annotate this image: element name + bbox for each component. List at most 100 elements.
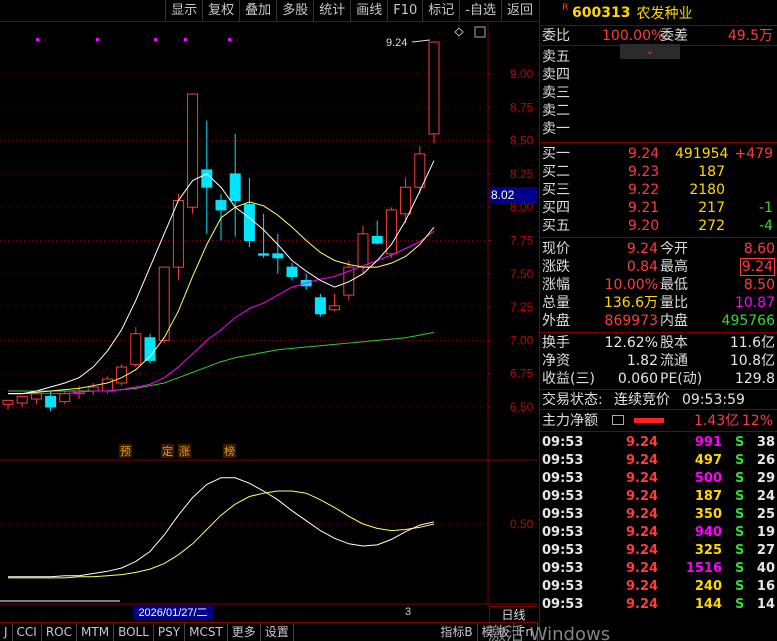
tick-volume: 1516 bbox=[685, 561, 722, 576]
margin-flag: R bbox=[562, 3, 569, 13]
indicator-tab-3[interactable]: MTM bbox=[77, 623, 115, 641]
tick-volume: 500 bbox=[694, 471, 722, 486]
sell-level-row[interactable]: 卖二 bbox=[540, 102, 777, 120]
tick-list[interactable]: 09:53 9.24 991 S 38 09:53 9.24 497 S 26 09:53 9.24 5… bbox=[540, 432, 777, 614]
buy-level-row[interactable]: 买三 9.22 2180 bbox=[540, 181, 777, 199]
buy-level-volume: 217 bbox=[698, 200, 725, 216]
toolbar-item-3[interactable]: 多股 bbox=[276, 0, 313, 22]
indicator-tab-7[interactable]: 更多 bbox=[228, 623, 261, 641]
event-dot bbox=[184, 38, 187, 41]
tick-row[interactable]: 09:53 9.24 350 S 25 bbox=[540, 506, 777, 524]
indicator-tab-5[interactable]: PSY bbox=[154, 623, 186, 641]
price-tick-label: 7.25 bbox=[510, 300, 534, 314]
price-tick-label: 8.25 bbox=[510, 167, 534, 181]
toolbar-item-1[interactable]: 复权 bbox=[202, 0, 239, 22]
buy-level-row[interactable]: 买一 9.24 491954 +479 bbox=[540, 145, 777, 163]
indicator-tab-8[interactable]: 设置 bbox=[261, 623, 294, 641]
toolbar-item-2[interactable]: 叠加 bbox=[239, 0, 276, 22]
tick-count: 25 bbox=[756, 507, 775, 522]
buy-level-row[interactable]: 买五 9.20 272 -4 bbox=[540, 217, 777, 235]
candle-body bbox=[272, 253, 284, 259]
buy-level-volume: 491954 bbox=[675, 146, 729, 162]
indicator-tab-6[interactable]: MCST bbox=[185, 623, 228, 641]
kline-chart-svg[interactable]: 9.008.758.508.258.007.757.507.257.006.75… bbox=[0, 23, 538, 606]
tick-volume: 497 bbox=[694, 453, 722, 468]
candle-body bbox=[116, 366, 128, 384]
indicator-tab-0[interactable]: J bbox=[0, 623, 13, 641]
sell-level-row[interactable]: 卖一 bbox=[540, 120, 777, 138]
buy-level-row[interactable]: 买二 9.23 187 bbox=[540, 163, 777, 181]
sell-level-label: 卖二 bbox=[542, 103, 570, 119]
tick-row[interactable]: 09:53 9.24 187 S 24 bbox=[540, 488, 777, 506]
sell-level-row[interactable]: 卖五 bbox=[540, 48, 777, 66]
buy-level-volume: 187 bbox=[698, 164, 725, 180]
tick-price: 9.24 bbox=[626, 471, 659, 486]
stock-code[interactable]: 600313 bbox=[572, 5, 630, 21]
tick-price: 9.24 bbox=[626, 597, 659, 612]
indicator-tab-10[interactable]: 模 板 bbox=[478, 623, 515, 641]
fund-label: 流通 bbox=[660, 353, 688, 369]
price-tick-label: 8.75 bbox=[510, 100, 534, 114]
toolbar-item-5[interactable]: 画线 bbox=[350, 0, 387, 22]
tick-row[interactable]: 09:53 9.24 991 S 38 bbox=[540, 434, 777, 452]
tick-row[interactable]: 09:53 9.24 500 S 29 bbox=[540, 470, 777, 488]
stock-name[interactable]: 农发种业 bbox=[636, 3, 692, 23]
kline-chart-area[interactable]: 9.00 8.75 8.50 8.25 8.00 7.75 7.50 7.25 7.00 6.75… bbox=[0, 23, 538, 606]
tick-side: S bbox=[735, 543, 745, 558]
fund-value: 0.060 bbox=[617, 371, 658, 387]
menu-icon[interactable] bbox=[612, 415, 624, 425]
buy-level-change: +479 bbox=[734, 146, 773, 162]
candle-body bbox=[172, 200, 184, 268]
tick-row[interactable]: 09:53 9.24 144 S 14 bbox=[540, 596, 777, 614]
toolbar-item-9[interactable]: 返回 bbox=[500, 0, 538, 22]
tick-volume: 350 bbox=[694, 507, 722, 522]
candle-body bbox=[59, 393, 71, 403]
tick-volume: 991 bbox=[694, 435, 722, 450]
candle-body bbox=[87, 386, 99, 392]
indicator-tab-2[interactable]: ROC bbox=[42, 623, 78, 641]
sell-level-row[interactable]: 卖四 bbox=[540, 66, 777, 84]
tick-side: S bbox=[735, 435, 745, 450]
tick-time: 09:53 bbox=[542, 471, 584, 486]
sell-level-row[interactable]: 卖三 bbox=[540, 84, 777, 102]
stat-label: 最低 bbox=[660, 277, 688, 293]
buy-level-price: 9.20 bbox=[628, 218, 660, 234]
candle-body bbox=[414, 153, 426, 188]
tick-count: 16 bbox=[756, 579, 775, 594]
tick-price: 9.24 bbox=[626, 435, 659, 450]
candle-body bbox=[258, 253, 270, 256]
tick-row[interactable]: 09:53 9.24 497 S 26 bbox=[540, 452, 777, 470]
tick-price: 9.24 bbox=[626, 489, 659, 504]
fund-label: PE(动) bbox=[660, 371, 703, 387]
buy-level-row[interactable]: 买四 9.21 217 -1 bbox=[540, 199, 777, 217]
toolbar-item-6[interactable]: F10 bbox=[387, 0, 422, 22]
tick-count: 24 bbox=[756, 489, 775, 504]
indicator-tab-11[interactable]: Fn bbox=[514, 623, 538, 641]
event-dot bbox=[96, 38, 99, 41]
indicator-tab-9[interactable]: 指标B bbox=[436, 623, 478, 641]
tick-side: S bbox=[735, 561, 745, 576]
period-selector[interactable]: 日线 bbox=[489, 606, 537, 622]
stat-label: 总量 bbox=[542, 295, 570, 311]
tick-side: S bbox=[735, 507, 745, 522]
indicator-tab-4[interactable]: BOLL bbox=[114, 623, 154, 641]
ma20-line bbox=[8, 230, 435, 395]
tick-volume: 187 bbox=[694, 489, 722, 504]
stat-label: 内盘 bbox=[660, 313, 688, 329]
toolbar-item-7[interactable]: 标记 bbox=[422, 0, 459, 22]
candle-body bbox=[101, 378, 113, 392]
tick-row[interactable]: 09:53 9.24 940 S 19 bbox=[540, 524, 777, 542]
tick-volume: 240 bbox=[694, 579, 722, 594]
tick-row[interactable]: 09:53 9.24 1516 S 40 bbox=[540, 560, 777, 578]
tick-price: 9.24 bbox=[626, 561, 659, 576]
buy-orders: 买一 9.24 491954 +479 买二 9.23 187 买三 9.22 2180 买四 9.2… bbox=[540, 143, 777, 238]
toolbar-item-4[interactable]: 统计 bbox=[313, 0, 350, 22]
indicator-tab-1[interactable]: CCI bbox=[13, 623, 42, 641]
tick-row[interactable]: 09:53 9.24 240 S 16 bbox=[540, 578, 777, 596]
candle-body bbox=[329, 305, 341, 311]
toolbar-item-0[interactable]: 显示 bbox=[165, 0, 202, 22]
buy-level-price: 9.23 bbox=[628, 164, 660, 180]
tick-row[interactable]: 09:53 9.24 325 S 27 bbox=[540, 542, 777, 560]
toolbar-item-8[interactable]: -自选 bbox=[459, 0, 501, 22]
stat-label: 现价 bbox=[542, 241, 570, 257]
